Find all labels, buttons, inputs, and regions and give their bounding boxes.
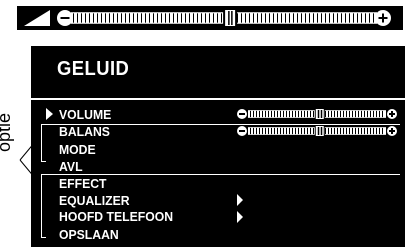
balans-slider[interactable]	[235, 125, 399, 137]
top-volume-slider[interactable]	[55, 9, 393, 27]
slider-thumb	[315, 109, 324, 119]
menu-item-equalizer[interactable]: EQUALIZER	[59, 193, 130, 208]
slider-plus-v-icon	[391, 111, 393, 117]
volume-ramp-icon	[24, 10, 50, 26]
menu-item-mode[interactable]: MODE	[59, 142, 96, 157]
equalizer-submenu-arrow-icon	[237, 194, 243, 206]
slider-plus-v-icon	[391, 128, 393, 134]
slider-plus-v-icon	[382, 13, 384, 23]
option-group-bracket-top	[41, 124, 46, 162]
hoofd-telefoon-submenu-arrow-icon	[237, 211, 243, 223]
group-line-2	[45, 174, 400, 175]
optie-annotation: optie	[0, 112, 14, 152]
menu-item-hoofd-telefoon[interactable]: HOOFD TELEFOON	[59, 209, 173, 224]
menu-item-avl[interactable]: AVL	[59, 159, 83, 174]
slider-minus-icon	[60, 17, 70, 19]
menu-title: GELUID	[57, 58, 130, 80]
slider-thumb	[315, 126, 324, 136]
menu-item-effect[interactable]: EFFECT	[59, 176, 107, 191]
selection-cursor-icon	[46, 108, 53, 120]
slider-minus-icon	[239, 113, 245, 115]
top-volume-bar[interactable]	[17, 6, 403, 30]
option-group-bracket-bottom	[41, 174, 46, 238]
menu-item-balans[interactable]: BALANS	[59, 124, 110, 139]
title-divider	[31, 98, 405, 100]
menu-item-volume[interactable]: VOLUME	[59, 107, 111, 122]
slider-minus-icon	[239, 130, 245, 132]
menu-item-opslaan[interactable]: OPSLAAN	[59, 227, 119, 242]
slider-thumb	[225, 10, 236, 26]
volume-slider[interactable]	[235, 108, 399, 120]
geluid-menu-panel: GELUID VOLUME BALANS MODE AVL EFFECT EQU…	[31, 46, 405, 247]
